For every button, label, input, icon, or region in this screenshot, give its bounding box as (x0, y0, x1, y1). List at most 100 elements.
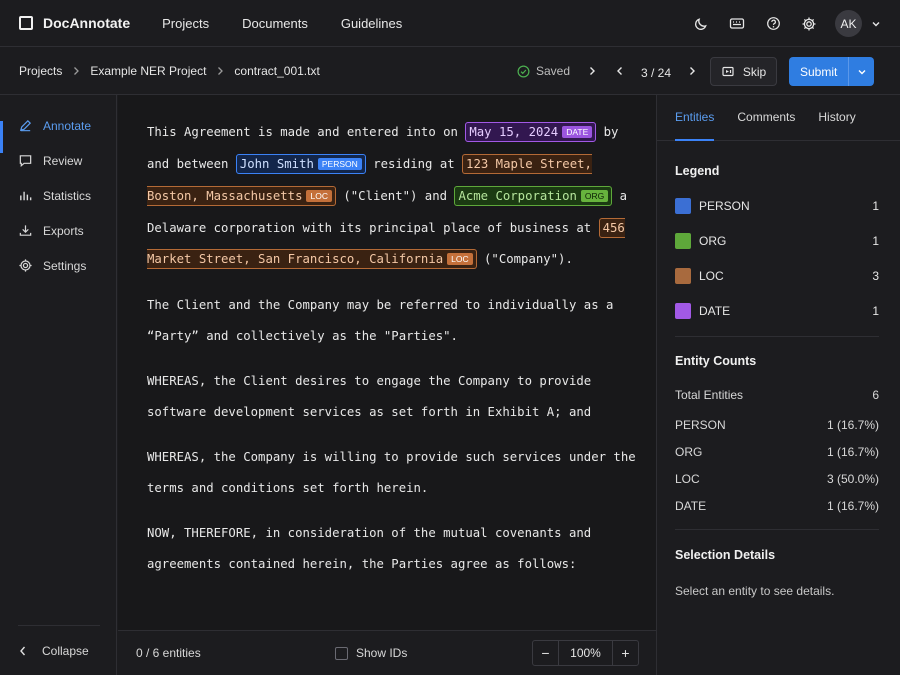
count-label: ORG (675, 444, 703, 459)
legend-label: DATE (699, 303, 731, 318)
legend-list: PERSON 1 ORG 1 LOC 3 DATE 1 (675, 188, 879, 328)
logo-icon (19, 16, 33, 30)
zoom-out-button[interactable]: − (533, 641, 558, 665)
entity-tag: PERSON (317, 158, 362, 170)
top-actions: AK (683, 0, 900, 47)
document-text-run: residing at (365, 157, 463, 171)
entity-date[interactable]: May 15, 2024 DATE (465, 122, 597, 142)
document-text-run: WHEREAS, the Client desires to engage th… (147, 374, 592, 419)
legend-item-date[interactable]: DATE 1 (675, 293, 879, 328)
sidebar-item-settings[interactable]: Settings (0, 248, 116, 283)
zoom-level[interactable]: 100% (558, 641, 613, 665)
count-value: 3 (50.0%) (826, 471, 879, 486)
top-bar: DocAnnotate Projects Documents Guideline… (0, 0, 900, 47)
sidebar-item-label: Annotate (43, 118, 92, 133)
sidebar-list: Annotate Review Statistics Exports Settings (0, 95, 116, 283)
show-ids-checkbox[interactable] (335, 646, 348, 660)
brand[interactable]: DocAnnotate (19, 15, 130, 31)
legend-section: Legend PERSON 1 ORG 1 LOC 3 DATE 1 (675, 141, 879, 337)
document-editor[interactable]: This Agreement is made and entered into … (118, 95, 656, 630)
tab-entities[interactable]: Entities (675, 94, 715, 141)
selection-title: Selection Details (675, 548, 776, 562)
total-entities-label: Total Entities (675, 387, 744, 402)
breadcrumb-file: contract_001.txt (234, 63, 320, 78)
legend-title: Legend (675, 164, 720, 178)
document-text[interactable]: This Agreement is made and entered into … (118, 95, 656, 580)
chevron-down-icon[interactable] (862, 19, 890, 29)
legend-swatch (675, 197, 691, 214)
right-panel: Entities Comments History Legend PERSON 1… (656, 95, 900, 675)
bar-chart-icon (18, 188, 33, 203)
tab-history[interactable]: History (818, 94, 855, 140)
sidebar-item-annotate[interactable]: Annotate (0, 108, 116, 153)
entity-count: 0 / 6 entities (136, 646, 201, 660)
legend-item-org[interactable]: ORG 1 (675, 223, 879, 258)
collapse-button[interactable]: Collapse (18, 625, 100, 675)
keyboard-icon[interactable] (719, 6, 755, 42)
sidebar-item-exports[interactable]: Exports (0, 213, 116, 248)
sidebar-item-label: Statistics (43, 188, 92, 203)
document-text-run: ("Company"). (476, 252, 573, 266)
count-label: LOC (675, 471, 700, 486)
document-text-run: WHEREAS, the Company is willing to provi… (147, 450, 636, 495)
gear-icon (18, 258, 33, 273)
help-icon[interactable] (755, 6, 791, 42)
show-ids-label: Show IDs (356, 646, 408, 660)
show-ids-toggle[interactable]: Show IDs (335, 646, 407, 660)
legend-label: PERSON (699, 198, 750, 213)
chevron-right-icon[interactable] (584, 63, 600, 82)
document-paragraph[interactable]: WHEREAS, the Company is willing to provi… (147, 442, 636, 504)
legend-swatch (675, 232, 691, 249)
avatar[interactable]: AK (835, 10, 862, 37)
nav-projects[interactable]: Projects (162, 16, 209, 31)
sidebar-item-review[interactable]: Review (0, 143, 116, 178)
skip-button[interactable]: Skip (710, 57, 777, 86)
next-doc-icon[interactable] (684, 63, 700, 82)
chevron-left-icon (20, 646, 26, 655)
collapse-label: Collapse (42, 643, 89, 658)
breadcrumb-project[interactable]: Example NER Project (90, 64, 206, 78)
entity-org[interactable]: Acme Corporation ORG (454, 186, 613, 206)
entity-text: John Smith (239, 157, 314, 171)
nav-guidelines[interactable]: Guidelines (341, 16, 402, 31)
entity-tag: LOC (447, 253, 473, 265)
document-paragraph[interactable]: NOW, THEREFORE, in consideration of the … (147, 518, 636, 580)
legend-count: 1 (872, 233, 879, 248)
legend-item-person[interactable]: PERSON 1 (675, 188, 879, 223)
gear-icon[interactable] (791, 6, 827, 42)
tab-comments[interactable]: Comments (737, 94, 795, 140)
legend-count: 1 (872, 303, 879, 318)
count-label: PERSON (675, 417, 726, 432)
document-paragraph[interactable]: The Client and the Company may be referr… (147, 290, 636, 352)
count-row-loc: LOC 3 (50.0%) (675, 465, 879, 492)
entity-person[interactable]: John Smith PERSON (235, 154, 366, 174)
legend-item-loc[interactable]: LOC 3 (675, 258, 879, 293)
selection-section: Selection Details Select an entity to se… (675, 530, 879, 598)
chevron-down-icon[interactable] (849, 67, 874, 77)
moon-icon[interactable] (683, 6, 719, 42)
count-value: 1 (16.7%) (826, 498, 879, 513)
panel-tabs: Entities Comments History (657, 95, 900, 141)
submit-button[interactable]: Submit (789, 57, 874, 86)
breadcrumb-projects[interactable]: Projects (19, 64, 62, 78)
pager: 3 / 24 (612, 63, 700, 82)
sidebar-item-label: Review (43, 153, 83, 168)
entity-text: Acme Corporation (458, 189, 577, 203)
zoom-in-button[interactable]: + (613, 641, 638, 665)
total-entities-row: Total Entities 6 (675, 381, 879, 408)
breadcrumb-bar: Projects Example NER Project contract_00… (0, 47, 900, 95)
count-value: 1 (16.7%) (826, 417, 879, 432)
sidebar-item-statistics[interactable]: Statistics (0, 178, 116, 213)
breadcrumb: Projects Example NER Project contract_00… (19, 64, 320, 78)
document-text-run: The Client and the Company may be referr… (147, 298, 614, 343)
nav-documents[interactable]: Documents (242, 16, 308, 31)
app-name: DocAnnotate (43, 15, 131, 31)
chevron-right-icon (72, 66, 80, 76)
entity-counts-section: Entity Counts Total Entities 6 PERSON 1 (… (675, 337, 879, 530)
document-paragraph[interactable]: This Agreement is made and entered into … (147, 117, 636, 276)
document-paragraph[interactable]: WHEREAS, the Client desires to engage th… (147, 366, 636, 428)
count-row-person: PERSON 1 (16.7%) (675, 411, 879, 438)
entity-tag: LOC (306, 190, 332, 202)
check-circle-icon (517, 65, 530, 77)
prev-doc-icon[interactable] (612, 63, 628, 82)
